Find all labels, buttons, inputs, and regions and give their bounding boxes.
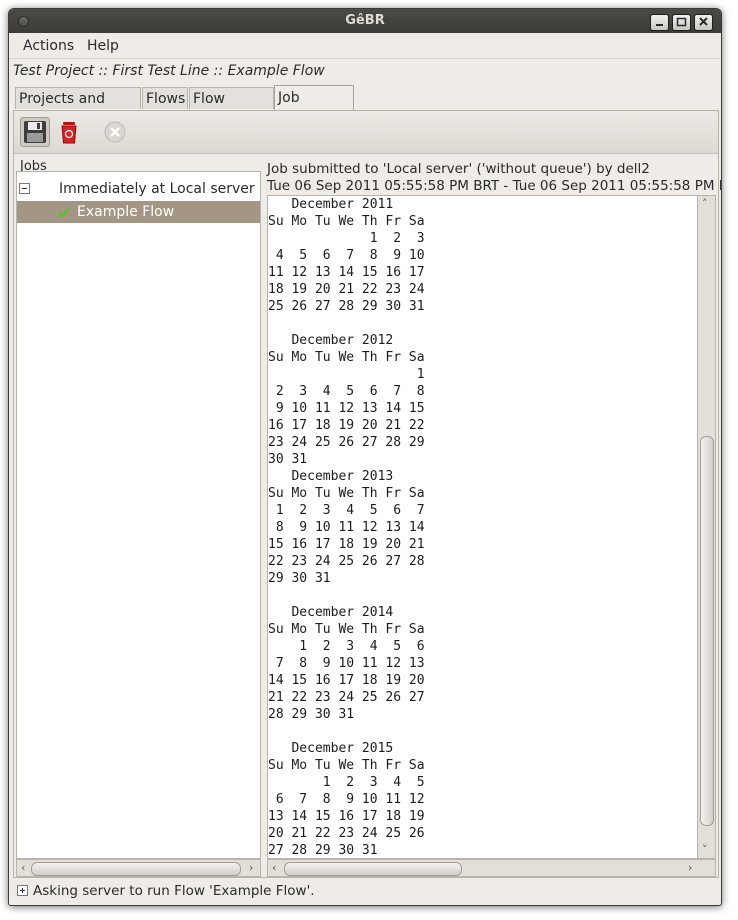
close-icon (699, 17, 708, 26)
title-bar[interactable]: GêBR (9, 9, 721, 33)
scroll-left-icon[interactable]: ‹ (272, 860, 276, 876)
breadcrumb: Test Project :: First Test Line :: Examp… (13, 63, 325, 79)
menu-actions[interactable]: Actions (23, 38, 74, 54)
scroll-right-icon[interactable]: › (688, 860, 692, 876)
status-bar: Asking server to run Flow 'Example Flow'… (9, 878, 721, 904)
scroll-down-icon[interactable]: ˅ (702, 842, 708, 858)
pane-divider-handle[interactable]: ⋮ (263, 509, 272, 527)
jobs-tree: Immediately at Local server Example Flow (16, 171, 261, 859)
cancel-button[interactable] (100, 117, 130, 147)
delete-button[interactable] (54, 117, 84, 147)
save-icon (24, 121, 46, 143)
scroll-up-icon[interactable]: ˄ (702, 196, 708, 212)
save-button[interactable] (20, 117, 50, 147)
tab-flow-editor[interactable]: Flow Editor (189, 87, 274, 129)
job-time-header: Tue 06 Sep 2011 05:55:58 PM BRT - Tue 06… (267, 178, 722, 194)
minimize-button[interactable] (650, 14, 669, 31)
job-control-page: Jobs Immediately at Local server Example… (13, 110, 721, 878)
tab-job-control[interactable]: Job Control (274, 85, 354, 130)
scroll-right-icon[interactable]: › (249, 860, 253, 876)
toolbar (14, 111, 718, 154)
jobs-horizontal-scrollbar[interactable]: ‹ › (16, 859, 261, 877)
window-title: GêBR (345, 13, 385, 28)
close-button[interactable] (694, 14, 713, 31)
output-vertical-scrollbar[interactable]: ˄ ˅ (697, 196, 715, 858)
job-group-label: Immediately at Local server (59, 181, 255, 197)
expand-icon[interactable] (17, 885, 28, 896)
job-output-panel: Job submitted to 'Local server' ('withou… (267, 159, 721, 877)
minimize-icon (656, 24, 663, 26)
output-horizontal-scrollbar[interactable]: ‹ › (267, 859, 716, 877)
main-window: GêBR Actions Help Test Project :: First … (8, 8, 722, 906)
maximize-icon (676, 17, 687, 27)
job-output-text: December 2011 Su Mo Tu We Th Fr Sa 1 2 3… (268, 197, 425, 858)
menu-bar: Actions Help (9, 34, 721, 59)
tree-row-group[interactable]: Immediately at Local server (17, 178, 260, 200)
status-text: Asking server to run Flow 'Example Flow'… (33, 883, 315, 899)
job-output-box[interactable]: December 2011 Su Mo Tu We Th Fr Sa 1 2 3… (267, 195, 716, 859)
scrollbar-thumb[interactable] (700, 436, 714, 826)
cancel-icon (104, 121, 126, 143)
scrollbar-thumb[interactable] (284, 862, 462, 876)
tab-flows[interactable]: Flows (142, 87, 188, 109)
menu-help[interactable]: Help (87, 38, 119, 54)
tab-projects-and-lines[interactable]: Projects and Lines (15, 87, 141, 129)
checkmark-icon (58, 207, 70, 218)
jobs-panel: Jobs Immediately at Local server Example… (16, 159, 262, 877)
job-label: Example Flow (77, 204, 175, 220)
maximize-button[interactable] (672, 14, 691, 31)
scrollbar-thumb[interactable] (31, 862, 241, 876)
collapse-icon[interactable] (19, 183, 30, 194)
tree-row-job[interactable]: Example Flow (17, 201, 260, 223)
delete-icon (61, 122, 77, 144)
job-submitted-header: Job submitted to 'Local server' ('withou… (267, 161, 650, 177)
scroll-left-icon[interactable]: ‹ (21, 860, 25, 876)
